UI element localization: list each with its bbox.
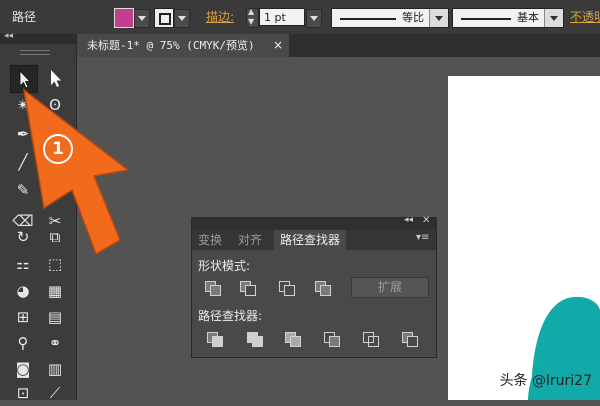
crop-button[interactable] xyxy=(323,331,341,347)
stroke-weight-stepper[interactable]: ▲ ▼ xyxy=(246,7,259,28)
shape-modes-label: 形状模式: xyxy=(198,259,251,273)
opacity-label[interactable]: 不透明 xyxy=(570,9,600,25)
expand-button[interactable]: 扩展 xyxy=(351,277,429,298)
minus-front-button[interactable] xyxy=(239,280,257,296)
shape-builder-tool-icon[interactable]: ◕ xyxy=(10,278,36,304)
close-icon[interactable]: ✕ xyxy=(422,215,430,226)
panel-header[interactable]: ◂◂ ✕ xyxy=(192,215,436,230)
unite-button[interactable] xyxy=(204,280,222,296)
merge-button[interactable] xyxy=(284,331,302,347)
stroke-dropdown-button[interactable] xyxy=(174,9,190,28)
artboard-tool-icon[interactable]: ⊡ xyxy=(10,380,36,406)
stroke-weight-input[interactable]: 1 pt xyxy=(259,8,305,26)
divide-button[interactable] xyxy=(206,331,224,347)
variable-width-label: 等比 xyxy=(402,11,424,24)
stroke-color-swatch[interactable] xyxy=(154,8,174,28)
document-tab-title: 未标题-1* @ 75% (CMYK/预览) xyxy=(87,39,255,52)
fill-dropdown-button[interactable] xyxy=(134,9,150,28)
perspective-grid-tool-icon[interactable]: ▦ xyxy=(42,278,68,304)
column-graph-tool-icon[interactable]: ▥ xyxy=(42,356,68,382)
fill-color-swatch[interactable] xyxy=(114,8,134,28)
tools-panel-header: ◂◂ xyxy=(0,31,76,44)
step-number-badge: 1 xyxy=(43,134,73,164)
gradient-tool-icon[interactable]: ▤ xyxy=(42,304,68,330)
mesh-tool-icon[interactable]: ⊞ xyxy=(10,304,36,330)
control-bar: 路径 描边: ▲ ▼ 1 pt 等比 基本 不透明 xyxy=(0,0,600,35)
pathfinder-panel: ◂◂ ✕ 变换 对齐 路径查找器 ▾≡ 形状模式: 扩展 路径查找器: xyxy=(191,215,437,358)
minus-back-button[interactable] xyxy=(401,331,419,347)
annotation-arrow-icon xyxy=(22,88,130,256)
watermark: 头条 @lruri27 xyxy=(499,373,592,389)
selection-type-label: 路径 xyxy=(12,10,37,24)
collapse-icon[interactable]: ◂◂ xyxy=(404,215,413,225)
stroke-label[interactable]: 描边: xyxy=(206,9,234,25)
tools-grip[interactable] xyxy=(20,50,50,55)
document-tab-bar: 未标题-1* @ 75% (CMYK/预览) × xyxy=(77,34,600,57)
tab-align[interactable]: 对齐 xyxy=(238,230,262,250)
eyedropper-tool-icon[interactable]: ⚲ xyxy=(10,330,36,356)
trim-button[interactable] xyxy=(246,331,264,347)
tab-pathfinder[interactable]: 路径查找器 xyxy=(274,230,347,250)
exclude-button[interactable] xyxy=(314,280,332,296)
intersect-button[interactable] xyxy=(278,280,296,296)
pathfinders-label: 路径查找器: xyxy=(198,309,263,323)
close-icon[interactable]: × xyxy=(273,34,283,57)
slice-tool-icon[interactable]: ⟋ xyxy=(42,380,68,406)
document-tab[interactable]: 未标题-1* @ 75% (CMYK/预览) × xyxy=(77,34,289,57)
brush-label: 基本 xyxy=(517,11,539,24)
blend-tool-icon[interactable]: ⚭ xyxy=(42,330,68,356)
symbol-sprayer-tool-icon[interactable]: ◙ xyxy=(10,356,36,382)
chevron-down-icon xyxy=(544,9,563,27)
chevron-down-icon xyxy=(429,9,448,27)
outline-button[interactable] xyxy=(362,331,380,347)
tab-transform[interactable]: 变换 xyxy=(198,230,222,250)
panel-tab-strip: 变换 对齐 路径查找器 ▾≡ xyxy=(192,230,436,250)
panel-menu-icon[interactable]: ▾≡ xyxy=(416,232,429,243)
brush-definition-select[interactable]: 基本 xyxy=(452,8,564,28)
variable-width-profile-select[interactable]: 等比 xyxy=(331,8,449,28)
stroke-weight-dropdown[interactable] xyxy=(306,9,322,28)
